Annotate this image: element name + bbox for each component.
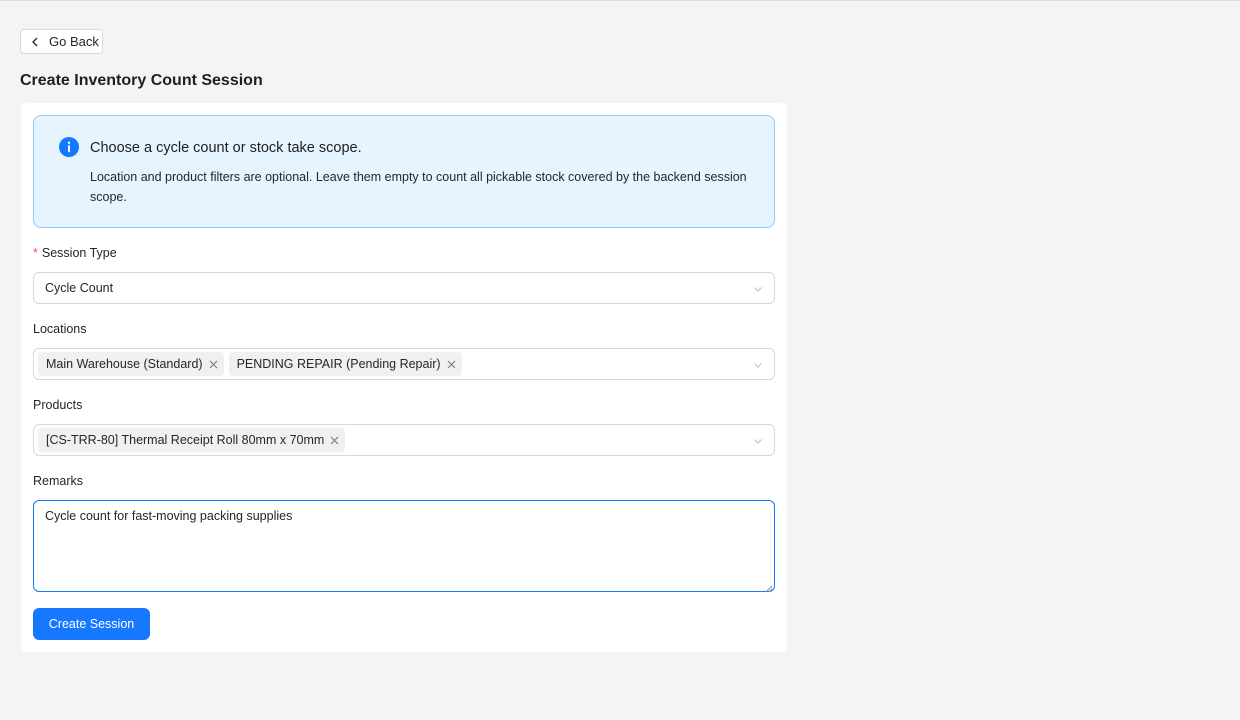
chevron-down-icon: [753, 435, 763, 445]
close-icon[interactable]: [330, 436, 339, 445]
location-tag: Main Warehouse (Standard): [38, 352, 224, 376]
remarks-label: Remarks: [33, 474, 84, 488]
remarks-textarea[interactable]: Cycle count for fast-moving packing supp…: [33, 500, 775, 593]
products-select[interactable]: [CS-TRR-80] Thermal Receipt Roll 80mm x …: [33, 424, 775, 456]
location-tag-label: Main Warehouse (Standard): [46, 357, 203, 371]
location-tag-label: PENDING REPAIR (Pending Repair): [236, 357, 441, 371]
alert-title: Choose a cycle count or stock take scope…: [90, 140, 362, 156]
close-icon[interactable]: [209, 360, 218, 369]
resize-handle-icon[interactable]: [765, 582, 773, 593]
products-label: Products: [33, 398, 83, 412]
close-icon[interactable]: [447, 360, 456, 369]
remarks-value: Cycle count for fast-moving packing supp…: [45, 509, 293, 523]
page-title: Create Inventory Count Session: [20, 72, 263, 89]
go-back-button[interactable]: Go Back: [20, 29, 103, 54]
locations-select[interactable]: Main Warehouse (Standard) PENDING REPAIR…: [33, 348, 775, 380]
go-back-label: Go Back: [49, 34, 99, 49]
required-mark: *: [33, 246, 38, 260]
product-tag: [CS-TRR-80] Thermal Receipt Roll 80mm x …: [38, 428, 346, 452]
create-session-button[interactable]: Create Session: [33, 608, 150, 640]
session-type-label-text: Session Type: [41, 246, 117, 260]
product-tag-label: [CS-TRR-80] Thermal Receipt Roll 80mm x …: [46, 433, 325, 447]
locations-label: Locations: [33, 322, 87, 336]
chevron-left-icon: [29, 36, 41, 48]
location-tag: PENDING REPAIR (Pending Repair): [228, 352, 462, 376]
form-card: Choose a cycle count or stock take scope…: [21, 103, 787, 652]
chevron-down-icon: [753, 359, 763, 369]
session-type-value: Cycle Count: [45, 281, 114, 295]
info-icon: [59, 137, 79, 157]
top-divider: [0, 0, 1240, 1]
alert-description: Location and product filters are optiona…: [90, 170, 747, 204]
session-type-select[interactable]: Cycle Count: [33, 272, 775, 304]
info-alert: Choose a cycle count or stock take scope…: [33, 115, 775, 228]
chevron-down-icon: [753, 283, 763, 293]
session-type-label: * Session Type: [33, 246, 117, 260]
